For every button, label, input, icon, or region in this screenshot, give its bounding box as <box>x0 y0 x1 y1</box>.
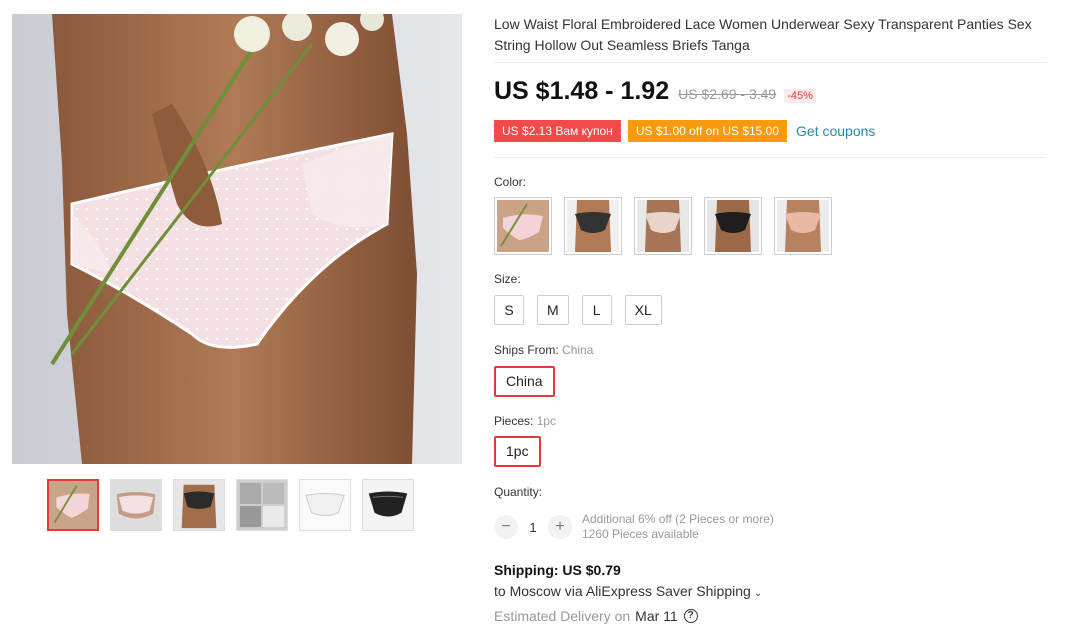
quantity-label: Quantity: <box>494 485 543 499</box>
pieces-current: 1pc <box>536 414 557 428</box>
ships-from-option-china[interactable]: China <box>494 366 555 397</box>
size-option-m[interactable]: M <box>537 295 569 325</box>
color-swatch-2[interactable] <box>564 197 622 255</box>
coupon-select[interactable]: US $1.00 off on US $15.00 <box>625 120 788 142</box>
size-option-xl[interactable]: XL <box>624 295 662 325</box>
delivery-label: Estimated Delivery on <box>494 608 631 624</box>
stock-available: 1260 Pieces available <box>582 527 699 541</box>
thumbnail-6[interactable] <box>362 479 414 531</box>
color-swatch-5[interactable] <box>774 197 832 255</box>
original-price: US $2.69 - 3.49 <box>678 86 777 102</box>
product-photo <box>12 14 462 464</box>
product-info-panel: Low Waist Floral Embroidered Lace Women … <box>492 14 1046 624</box>
shipping-method-selector[interactable]: to Moscow via AliExpress Saver Shipping ⌄ <box>494 583 762 599</box>
color-swatches <box>494 197 832 255</box>
size-option-l[interactable]: L <box>581 295 612 325</box>
color-swatch-3[interactable] <box>634 197 692 255</box>
product-title: Low Waist Floral Embroidered Lace Women … <box>494 16 1032 53</box>
current-price: US $1.48 - 1.92 <box>494 77 670 105</box>
discount-badge: -45% <box>784 89 816 103</box>
help-icon[interactable]: ? <box>683 609 698 623</box>
color-swatch-4[interactable] <box>704 197 762 255</box>
ships-from-current: China <box>562 343 594 357</box>
pieces-label: Pieces: 1pc <box>494 414 556 428</box>
chevron-down-icon: ⌄ <box>753 588 763 599</box>
ships-from-label-text: Ships From: <box>494 343 559 357</box>
size-options: S M L XL <box>494 295 662 325</box>
estimated-delivery: Estimated Delivery on Mar 11 ? <box>494 608 698 624</box>
delivery-date: Mar 11 <box>635 608 678 624</box>
quantity-increase-button[interactable]: + <box>548 515 572 539</box>
ships-from-label: Ships From: China <box>494 343 593 357</box>
quantity-stepper: − 1 + Additional 6% off (2 Pieces or mor… <box>494 512 774 542</box>
coupon-store[interactable]: US $2.13 Вам купон <box>492 120 621 142</box>
quantity-decrease-button[interactable]: − <box>494 515 518 539</box>
thumbnail-3[interactable] <box>173 479 225 531</box>
color-label: Color: <box>494 175 527 189</box>
shipping-destination: to Moscow via AliExpress Saver Shipping <box>494 583 751 599</box>
coupon-row: US $2.13 Вам купон US $1.00 off on US $1… <box>492 120 875 142</box>
thumbnail-1[interactable] <box>47 479 99 531</box>
price-row: US $1.48 - 1.92 US $2.69 - 3.49 -45% <box>494 77 816 106</box>
quantity-note: Additional 6% off (2 Pieces or more) 126… <box>582 512 774 542</box>
main-product-image[interactable] <box>12 14 462 464</box>
size-label: Size: <box>494 272 521 286</box>
thumbnail-strip <box>47 479 414 531</box>
thumbnail-4[interactable] <box>236 479 288 531</box>
get-coupons-link[interactable]: Get coupons <box>796 123 875 139</box>
shipping-price: Shipping: US $0.79 <box>494 562 621 578</box>
divider <box>494 157 1046 158</box>
thumbnail-5[interactable] <box>299 479 351 531</box>
divider <box>494 62 1046 63</box>
bulk-discount-note: Additional 6% off (2 Pieces or more) <box>582 512 774 526</box>
pieces-label-text: Pieces: <box>494 414 534 428</box>
color-swatch-1[interactable] <box>494 197 552 255</box>
quantity-value[interactable]: 1 <box>518 520 548 535</box>
thumbnail-2[interactable] <box>110 479 162 531</box>
pieces-option-1pc[interactable]: 1pc <box>494 436 541 467</box>
size-option-s[interactable]: S <box>494 295 524 325</box>
